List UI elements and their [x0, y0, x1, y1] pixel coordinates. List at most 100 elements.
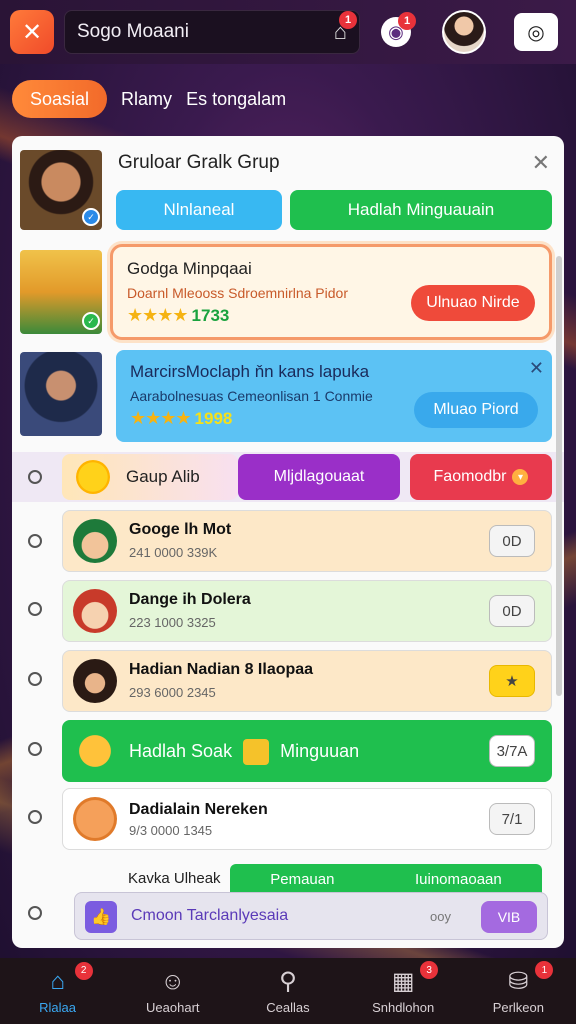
gift-icon [73, 729, 117, 773]
nav-label: Perlkeon [492, 1000, 544, 1015]
nav-label: Snhdlohon [372, 1000, 435, 1015]
weekly-reward-button[interactable]: Hadlah Minguauain [290, 190, 552, 230]
card-title: MarcirsMoclaph ňn kans lapuka [130, 362, 370, 381]
radio-button[interactable] [28, 742, 42, 756]
radio-button[interactable] [28, 672, 42, 686]
nav-badge: 2 [74, 961, 93, 980]
partial-title: Kavka Ulheak [128, 870, 221, 887]
search-input[interactable]: Sogo Moaani ⌂ 1 [64, 10, 360, 54]
promo-left: Pemauan [270, 870, 335, 888]
tab-family[interactable]: Rlamy [121, 89, 172, 110]
sun-icon [76, 460, 110, 494]
promo-banner[interactable]: Pemauan Iuinomaoaan [230, 864, 542, 894]
star-button[interactable]: ★ [489, 665, 535, 697]
card-title: Godga Minpqaai [127, 259, 252, 278]
home-icon: ⌂ [50, 967, 65, 995]
list-item-title: Dange ih Dolera [129, 591, 251, 608]
join-button[interactable]: Nlnlaneal [116, 190, 282, 230]
avatar [73, 519, 117, 563]
card-subtitle: Doarnl Mleooss Sdroemnirlna Pidor [127, 285, 348, 301]
list-item-title: Googe lh Mot [129, 521, 232, 538]
rating-score: 1733 [191, 306, 230, 325]
rating-stars: ★★★★ 1733 [127, 305, 230, 325]
action-button[interactable]: 0D [489, 595, 535, 627]
card-subtitle: Aarabolnesuas Cemeonlisan 1 Conmie [130, 388, 373, 404]
nav-label: Ceallas [266, 1000, 310, 1015]
home-icon[interactable]: ⌂ 1 [334, 11, 357, 45]
promo-right: Iuinomaoaan [414, 870, 502, 888]
scrollbar[interactable] [556, 256, 562, 696]
radio-button[interactable] [28, 534, 42, 548]
camera-icon[interactable]: ◎ [514, 13, 558, 51]
tab-bar: Soasial Rlamy Es tongalam [12, 80, 286, 118]
radio-button[interactable] [28, 906, 42, 920]
list-item-subtitle: 223 1000 3325 [129, 615, 216, 630]
group-photo[interactable]: ✓ [20, 150, 102, 230]
radio-button[interactable] [28, 470, 42, 484]
nav-badge: 1 [535, 961, 554, 979]
action-button[interactable]: 3/7A [489, 735, 535, 767]
action-button[interactable]: 7/1 [489, 803, 535, 835]
people-icon: ☺ [160, 967, 186, 995]
rating-stars: ★★★★ 1998 [130, 408, 233, 428]
list-item-highlight[interactable]: Hadlah Soak Minguuan 3/7A [62, 720, 552, 782]
rating-score: 1998 [194, 409, 233, 428]
game-thumbnail[interactable]: ✓ [20, 250, 102, 334]
avatar [73, 659, 117, 703]
nav-search[interactable]: ⚲ Ceallas [243, 967, 333, 1015]
search-people-icon: ⚲ [279, 968, 297, 995]
app-logo-icon[interactable]: ✕ [10, 10, 54, 54]
notification-badge: 1 [398, 12, 416, 30]
check-icon: ✓ [82, 312, 100, 330]
favorite-label: Faomodbr [433, 468, 507, 485]
featured-card[interactable]: Godga Minpqaai Doarnl Mleooss Sdroemnirl… [110, 244, 552, 340]
list-item-subtitle: 9/3 0000 1345 [129, 823, 213, 838]
invite-button[interactable]: Ulnuao Nirde [411, 285, 535, 321]
profile-avatar[interactable] [442, 10, 486, 54]
group-row: Gaup Alib Mljdlagouaat Faomodbr ▾ [12, 452, 564, 502]
nav-home[interactable]: ⌂ 2 Rlalaa [13, 961, 103, 1015]
action-button[interactable]: 0D [489, 525, 535, 557]
grid-icon: ▦ [391, 968, 415, 995]
search-text: Sogo Moaani [77, 21, 189, 42]
avatar [73, 797, 117, 841]
list-item[interactable]: Dange ih Dolera 223 1000 3325 0D [62, 580, 552, 642]
user-thumbnail[interactable] [20, 352, 102, 436]
group-panel: ✓ Gruloar Gralk Grup ✕ Nlnlaneal Hadlah … [12, 136, 564, 948]
nav-badge: 3 [420, 961, 439, 979]
list-item[interactable]: Hadian Nadian 8 Ilaopaa 293 6000 2345 ★ [62, 650, 552, 712]
invite-button[interactable]: Mluao Piord [414, 392, 538, 428]
nav-shop[interactable]: ⛁ 1 Perlkeon [473, 961, 563, 1015]
bottom-nav: ⌂ 2 Rlalaa ☺ Ueaohart ⚲ Ceallas ▦ 3 Snhd… [0, 958, 576, 1024]
vip-button[interactable]: VIB [481, 901, 537, 933]
floating-text: Cmoon Tarclanlyesaia [131, 907, 289, 924]
radio-button[interactable] [28, 810, 42, 824]
favorite-button[interactable]: Faomodbr ▾ [410, 454, 552, 500]
group-chip[interactable]: Gaup Alib [62, 454, 238, 500]
floating-action-bar[interactable]: 👍 Cmoon Tarclanlyesaia ooy VIB [74, 892, 548, 940]
close-icon[interactable]: ✕ [529, 358, 544, 379]
list-item-title: Hadian Nadian 8 Ilaopaa [129, 661, 314, 678]
list-item[interactable]: Googe lh Mot 241 0000 339K 0D [62, 510, 552, 572]
tab-events[interactable]: Es tongalam [186, 89, 286, 110]
chevron-down-icon: ▾ [512, 469, 529, 485]
list-item-title: Dadialain Nereken [129, 801, 268, 818]
list-item[interactable]: Dadialain Nereken 9/3 0000 1345 7/1 [62, 788, 552, 850]
nav-people[interactable]: ☺ Ueaohart [128, 968, 218, 1015]
avatar [73, 589, 117, 633]
panel-header: ✓ Gruloar Gralk Grup ✕ Nlnlaneal Hadlah … [12, 136, 564, 246]
tab-social[interactable]: Soasial [12, 80, 108, 118]
panel-title: Gruloar Gralk Grup [118, 152, 280, 173]
verified-icon: ✓ [82, 208, 100, 226]
featured-card[interactable]: MarcirsMoclaph ňn kans lapuka Aarabolnes… [116, 350, 552, 442]
nav-label: Rlalaa [39, 999, 77, 1015]
thumbs-up-icon: 👍 [85, 901, 117, 933]
radio-button[interactable] [28, 602, 42, 616]
list-item-subtitle: 241 0000 339K [129, 545, 218, 560]
manage-button[interactable]: Mljdlagouaat [238, 454, 400, 500]
notification-button[interactable]: ◉ 1 [374, 10, 418, 54]
close-icon[interactable]: ✕ [532, 150, 550, 176]
floating-small-text: ooy [430, 909, 451, 924]
nav-grid[interactable]: ▦ 3 Snhdlohon [358, 961, 448, 1015]
home-badge: 1 [339, 11, 357, 29]
